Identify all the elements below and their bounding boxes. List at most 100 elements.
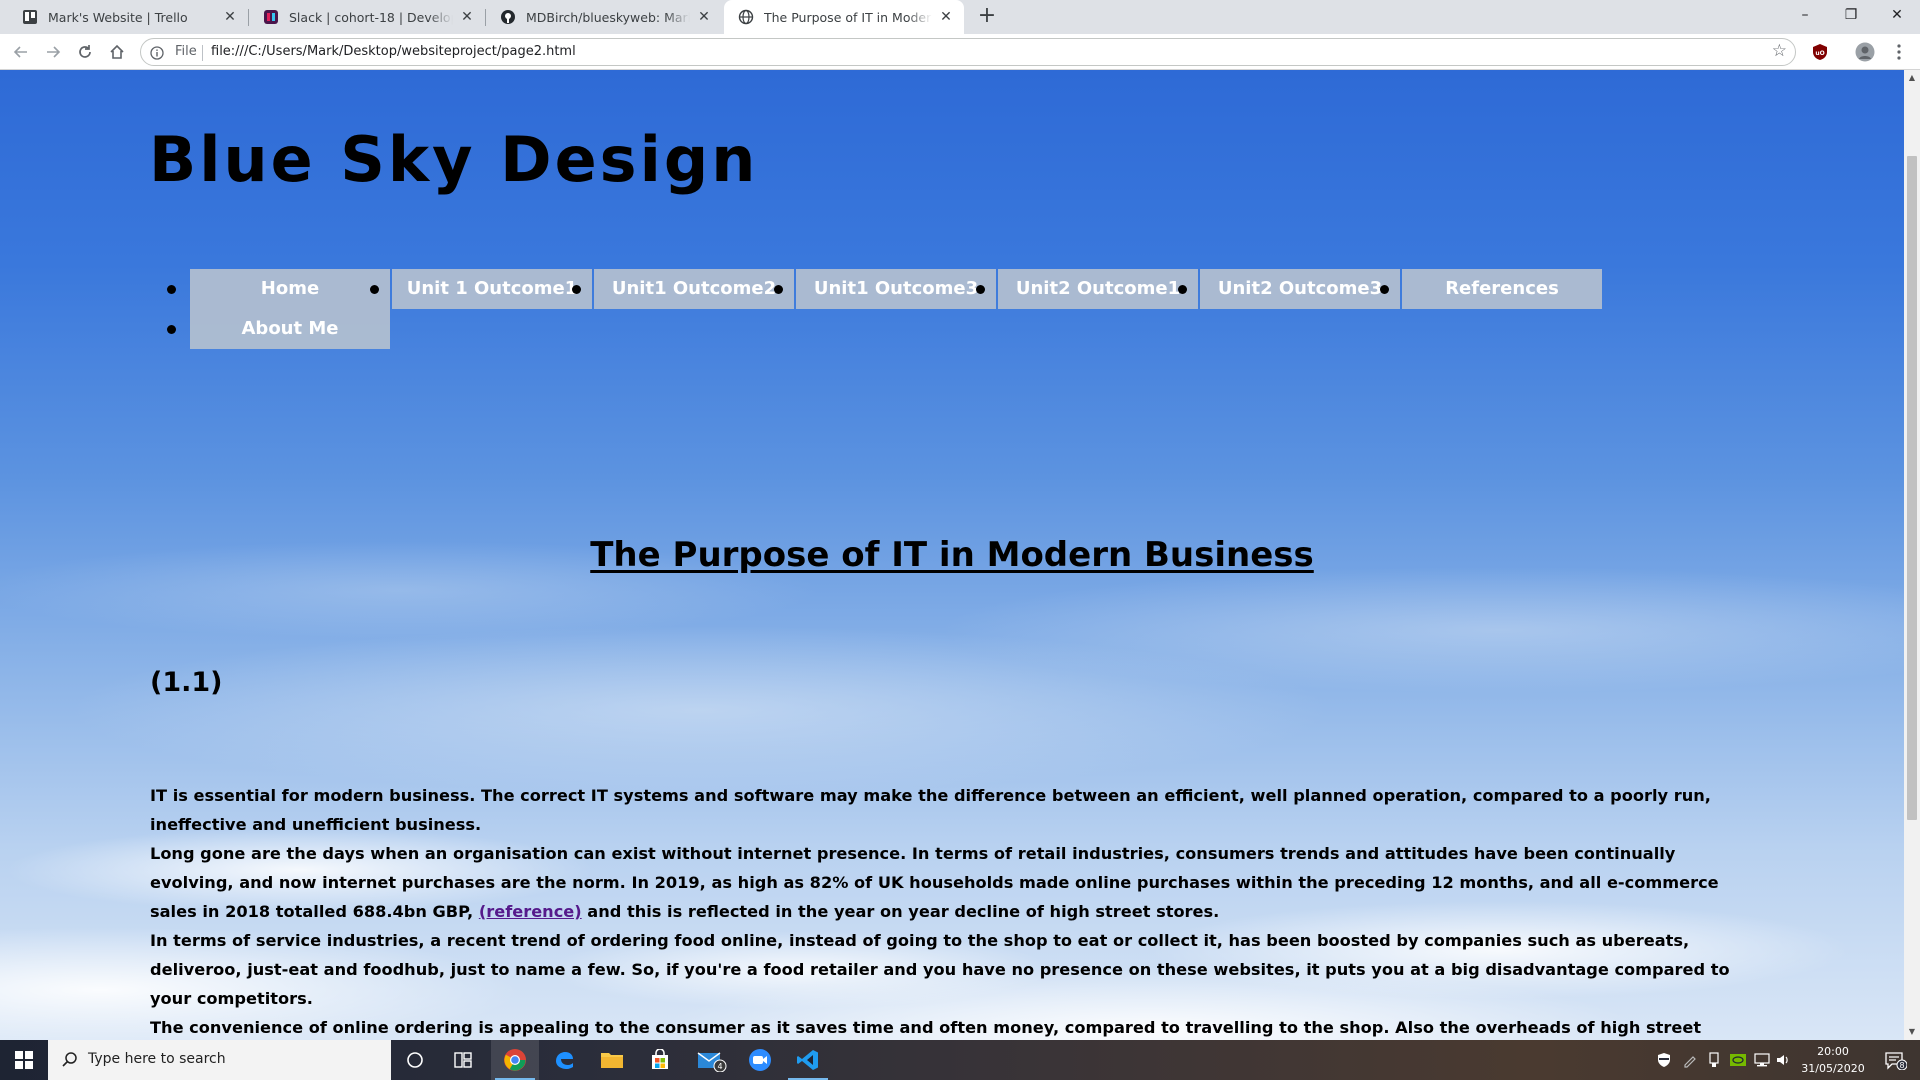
scroll-up-arrow-icon[interactable]: ▲ [1904, 70, 1920, 86]
svg-text:uO: uO [1815, 50, 1824, 57]
start-button[interactable] [0, 1040, 48, 1080]
profile-avatar[interactable] [1854, 41, 1876, 63]
zoom-icon [749, 1049, 771, 1071]
browser-tab-strip: Mark's Website | Trello ✕ Slack | cohort… [0, 0, 1920, 34]
clock-time: 20:00 [1817, 1045, 1849, 1058]
github-icon [500, 9, 516, 25]
nav-bullet [370, 285, 379, 294]
reload-icon [79, 45, 91, 58]
globe-icon [738, 9, 754, 25]
taskbar-mail[interactable]: 4 [688, 1040, 736, 1080]
notification-count: 8 [1899, 1061, 1904, 1070]
close-window-button[interactable]: ✕ [1874, 0, 1920, 30]
nav-bullet [167, 325, 176, 334]
nav-bullet [572, 285, 581, 294]
close-icon[interactable]: ✕ [938, 9, 954, 25]
tab-active-page[interactable]: The Purpose of IT in Modern Business ✕ [724, 0, 964, 34]
close-icon[interactable]: ✕ [222, 9, 238, 25]
reference-link[interactable]: (reference) [479, 902, 582, 921]
action-center-button[interactable]: 8 [1878, 1040, 1912, 1080]
page-heading: The Purpose of IT in Modern Business [0, 535, 1904, 575]
nav-references[interactable]: References [1402, 269, 1602, 309]
nav-bullet [976, 285, 985, 294]
tray-volume-icon[interactable] [1772, 1040, 1794, 1080]
ublock-extension-icon[interactable]: uO [1809, 41, 1831, 63]
tray-security-icon[interactable] [1652, 1040, 1676, 1080]
tab-github[interactable]: MDBirch/blueskyweb: Mark's website ✕ [486, 0, 722, 34]
tab-title: Mark's Website | Trello [48, 9, 188, 25]
mail-badge: 4 [717, 1062, 722, 1071]
close-icon[interactable]: ✕ [459, 9, 475, 25]
chrome-icon [504, 1049, 526, 1071]
tray-usb-icon[interactable] [1702, 1040, 1726, 1080]
tab-slack[interactable]: Slack | cohort-18 | Develop: Code ✕ [249, 0, 485, 34]
taskbar-store[interactable] [636, 1040, 684, 1080]
nav-unit1-outcome2[interactable]: Unit1 Outcome2 [594, 269, 794, 309]
paragraph: Long gone are the days when an organisat… [150, 839, 1750, 926]
folder-icon [601, 1053, 623, 1068]
url-text[interactable]: file:///C:/Users/Mark/Desktop/websitepro… [211, 44, 576, 59]
mail-icon: 4 [697, 1052, 727, 1072]
nav-home[interactable]: Home [190, 269, 390, 309]
taskbar-search-box[interactable]: Type here to search [48, 1040, 391, 1080]
section-number: (1.1) [150, 667, 223, 698]
notification-icon: 8 [1885, 1052, 1907, 1070]
scheme-label: File [175, 44, 197, 59]
nav-unit1-outcome1[interactable]: Unit 1 Outcome1 [392, 269, 592, 309]
bookmark-star-icon[interactable]: ☆ [1772, 41, 1787, 61]
cortana-circle-icon [407, 1052, 423, 1068]
taskbar-edge[interactable] [540, 1040, 588, 1080]
paragraph: IT is essential for modern business. The… [150, 786, 1711, 834]
nav-about-me[interactable]: About Me [190, 309, 390, 349]
new-tab-button[interactable]: + [975, 4, 999, 28]
close-icon[interactable]: ✕ [696, 9, 712, 25]
reload-button[interactable] [73, 40, 97, 64]
paragraph-text: and this is reflected in the year on yea… [581, 902, 1220, 921]
minimize-button[interactable]: – [1782, 0, 1828, 30]
nav-unit2-outcome3[interactable]: Unit2 Outcome3 [1200, 269, 1400, 309]
site-title: Blue Sky Design [149, 123, 759, 196]
web-page: Blue Sky Design Home Unit 1 Outcome1 Uni… [0, 70, 1904, 1040]
arrow-right-icon [47, 46, 61, 58]
taskbar-zoom[interactable] [736, 1040, 784, 1080]
nav-bullet [1380, 285, 1389, 294]
windows-taskbar: Type here to search 4 20:00 31/05/2020 8 [0, 1040, 1920, 1080]
nav-unit1-outcome3[interactable]: Unit1 Outcome3 [796, 269, 996, 309]
tab-title: The Purpose of IT in Modern Business [764, 9, 932, 25]
vscode-icon [797, 1050, 818, 1070]
search-icon [61, 1051, 79, 1073]
back-button[interactable] [9, 40, 33, 64]
tab-trello[interactable]: Mark's Website | Trello ✕ [8, 0, 248, 34]
paragraph: The convenience of online ordering is ap… [150, 1018, 1702, 1037]
more-menu-icon[interactable] [1888, 41, 1910, 63]
nav-unit2-outcome1[interactable]: Unit2 Outcome1 [998, 269, 1198, 309]
page-scrollbar[interactable]: ▲ ▼ [1904, 70, 1920, 1040]
maximize-button[interactable]: ❐ [1828, 0, 1874, 30]
scroll-thumb[interactable] [1907, 156, 1917, 820]
cortana-button[interactable] [391, 1040, 439, 1080]
taskbar-chrome[interactable] [491, 1040, 539, 1080]
tray-pen-icon[interactable] [1678, 1040, 1702, 1080]
nav-bullet [1178, 285, 1187, 294]
task-view-button[interactable] [439, 1040, 487, 1080]
slack-icon [263, 9, 279, 25]
taskbar-clock[interactable]: 20:00 31/05/2020 [1794, 1043, 1872, 1077]
page-heading-text: The Purpose of IT in Modern Business [590, 535, 1314, 575]
home-icon [110, 44, 124, 59]
nav-bullet [774, 285, 783, 294]
taskbar-file-explorer[interactable] [588, 1040, 636, 1080]
scroll-down-arrow-icon[interactable]: ▼ [1904, 1024, 1920, 1040]
edge-icon [556, 1052, 573, 1069]
browser-toolbar: File file:///C:/Users/Mark/Desktop/websi… [0, 34, 1920, 70]
taskbar-vscode[interactable] [784, 1040, 832, 1080]
tray-nvidia-icon[interactable] [1726, 1040, 1750, 1080]
forward-button[interactable] [41, 40, 65, 64]
home-button[interactable] [105, 40, 129, 64]
address-bar[interactable]: File file:///C:/Users/Mark/Desktop/websi… [140, 38, 1796, 66]
article-body: IT is essential for modern business. The… [150, 781, 1750, 1040]
info-icon[interactable] [150, 45, 164, 64]
search-placeholder: Type here to search [88, 1051, 226, 1067]
task-view-icon [454, 1052, 472, 1068]
tray-network-icon[interactable] [1750, 1040, 1774, 1080]
nav-bullet [167, 285, 176, 294]
